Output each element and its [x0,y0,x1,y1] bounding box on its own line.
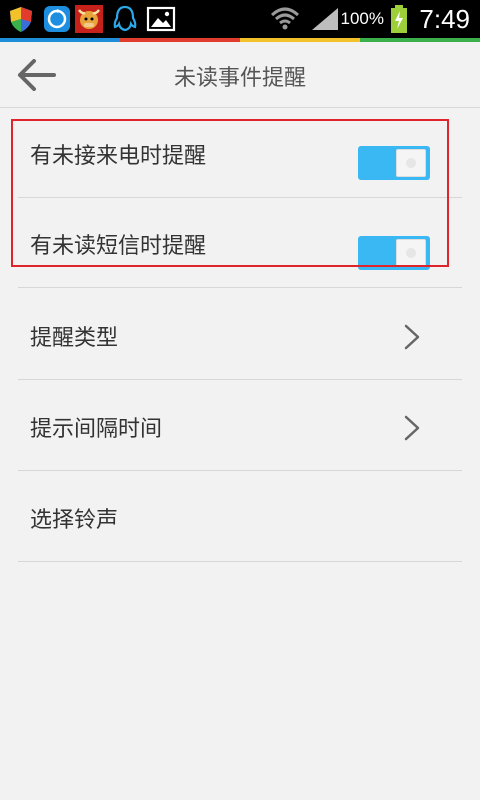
shield-icon [10,7,32,32]
signal-icon [312,8,338,30]
ringtone-row[interactable]: 选择铃声 [18,472,462,562]
highlight-box [11,119,449,267]
page-title: 未读事件提醒 [173,66,306,91]
clock: 7:49 [419,4,470,34]
chevron-right-icon [404,415,420,441]
refresh-icon [44,6,70,32]
battery-percent: 100% [340,9,384,28]
ringtone-label: 选择铃声 [30,508,119,533]
status-bar: 100% 7:49 [0,0,480,38]
header-bar: 未读事件提醒 [0,42,480,108]
reminder-type-row[interactable]: 提醒类型 [18,290,462,380]
battery-charging-icon [391,5,407,33]
wifi-icon [270,7,300,30]
reminder-interval-row[interactable]: 提示间隔时间 [18,381,462,471]
chevron-right-icon [404,324,420,350]
ox-mascot-icon [75,5,103,33]
reminder-type-label: 提醒类型 [30,326,119,351]
reminder-interval-label: 提示间隔时间 [30,417,163,442]
image-icon [146,6,176,32]
qq-penguin-icon [113,5,137,32]
